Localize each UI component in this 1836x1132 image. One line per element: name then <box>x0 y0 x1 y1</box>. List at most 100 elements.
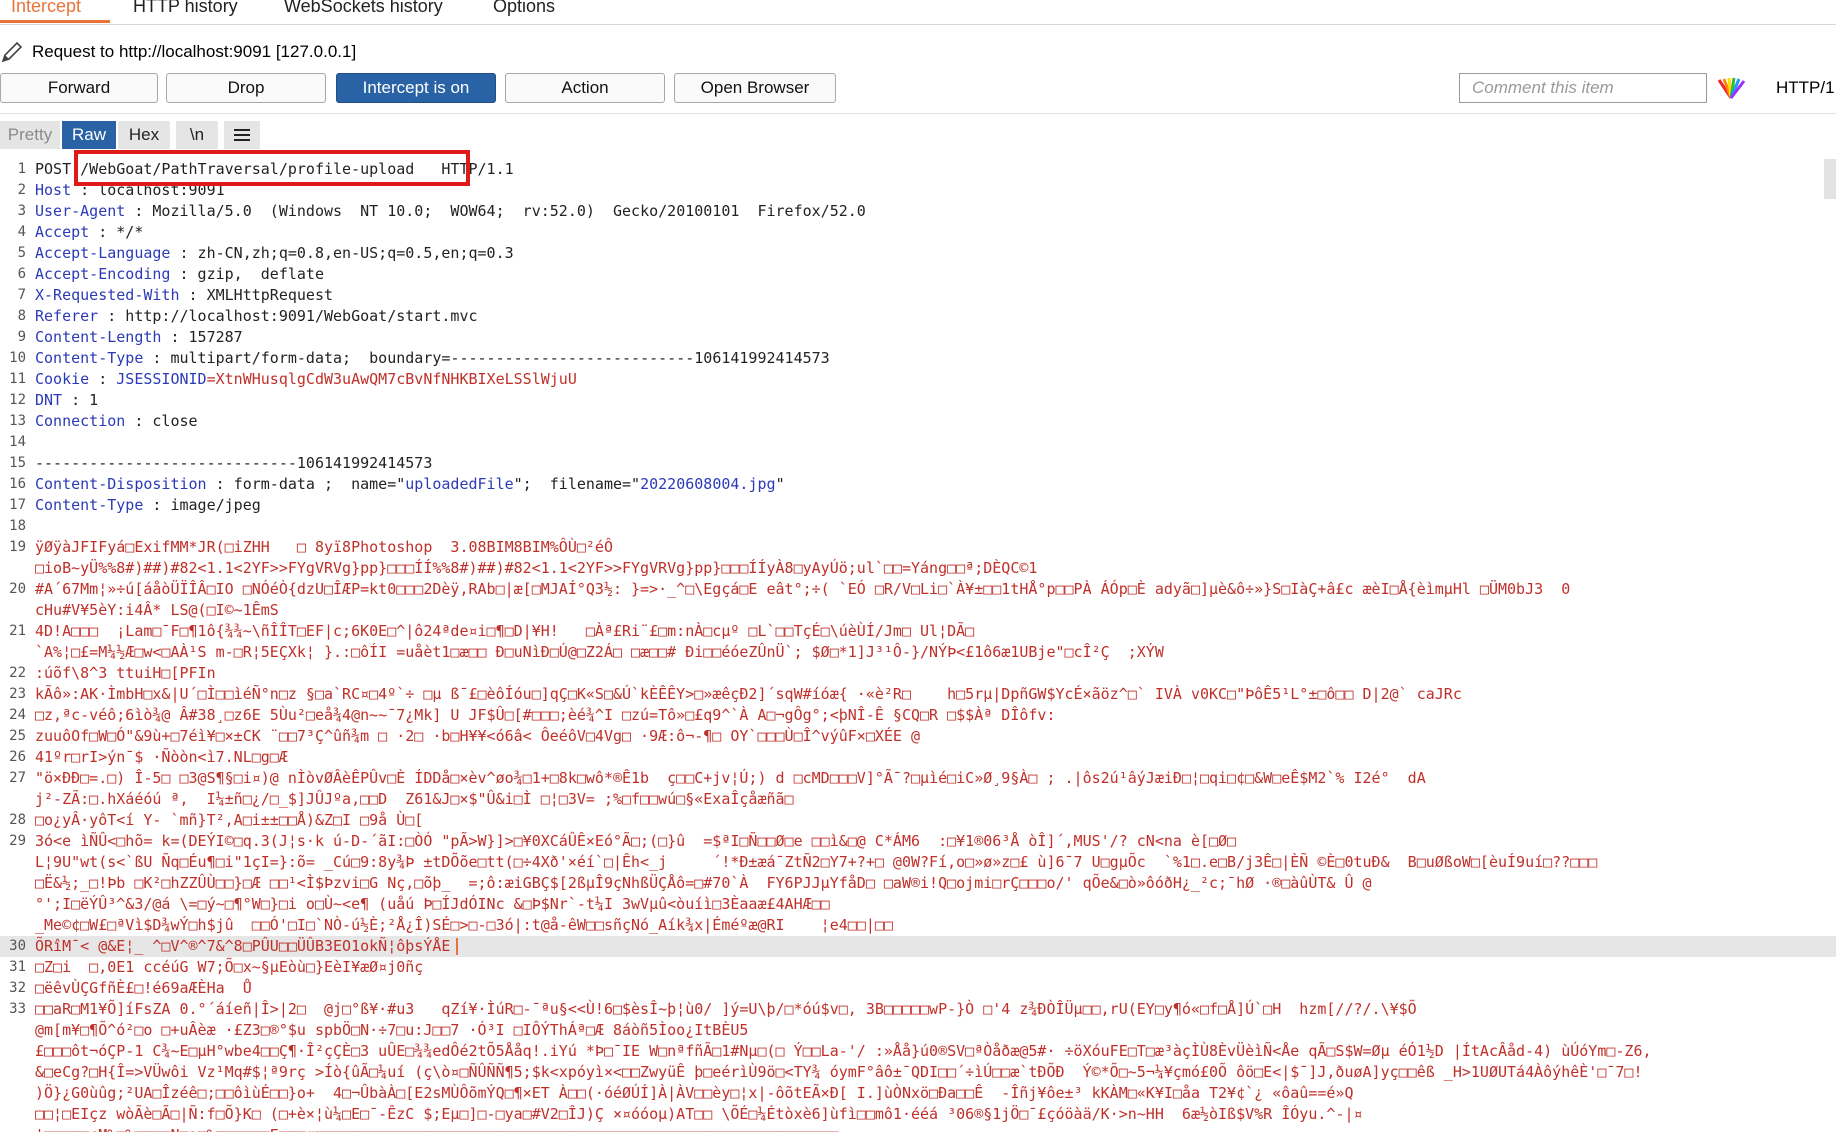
line-content: □o¿yÂ·yôT<í Y- `mñ}T²,A□i±±□□Å)&Z□I □9å … <box>35 810 423 831</box>
editor-scrollbar[interactable] <box>1824 159 1836 199</box>
editor-line[interactable]: 31 □Z□i □,0E1 ccéúG W7;Õ□x~§µEòù□}EèI¥æØ¤… <box>0 957 1836 978</box>
binary-data: □z,ªc-véô;6ìò¾@ Â#38¸□z6E 5Ùu²□eå¾4@n~~¯… <box>35 706 1056 724</box>
editor-line[interactable]: 23 kÃô»:AK·ÌmbH□x&|U´□Ì□□ìéÑ°n□z §□a`RC¤□… <box>0 684 1836 705</box>
editor-line[interactable]: 15 -----------------------------106141992… <box>0 453 1836 474</box>
pencil-icon[interactable] <box>0 40 24 64</box>
editor-line[interactable]: `A%¦□£=M¼½Æ□w<□AÀ¹S m-□R¦5EÇXk¦ }.:□ôÍI … <box>0 642 1836 663</box>
line-content: )Ö}¿G0ùûg;²UA□Îzéê□;□□ôìùÉ□□}o+ 4□¬ÛbàÀ□… <box>35 1083 1354 1104</box>
editor-line[interactable]: 5 Accept-Language : zh-CN,zh;q=0.8,en-US;… <box>0 243 1836 264</box>
binary-data: £□□□ôt¬óÇP-1 C¾~E□µH°wbe4□□Ç¶·Î²çÇÈ□3 uÛ… <box>35 1042 1652 1060</box>
editor-line[interactable]: '□□□□□cM%□%□□□□N□a□%□□□□□□E□□□q□□□□□□□□□… <box>0 1125 1836 1132</box>
line-number: 20 <box>9 581 26 597</box>
binary-data: j²-ZÃ:□.hXáéóú ª, I¼±ñ□¿/□_$]JÛJºa,□□D Z… <box>35 790 794 808</box>
editor-line[interactable]: 16 Content-Disposition : form-data ; name… <box>0 474 1836 495</box>
editor-line[interactable]: 6 Accept-Encoding : gzip, deflate <box>0 264 1836 285</box>
editor-line[interactable]: £□□□ôt¬óÇP-1 C¾~E□µH°wbe4□□Ç¶·Î²çÇÈ□3 uÛ… <box>0 1041 1836 1062</box>
header-name: Content-Disposition <box>35 475 207 493</box>
comment-input[interactable]: Comment this item <box>1459 73 1707 103</box>
text-segment: : 1 <box>62 391 99 409</box>
header-name: Connection <box>35 412 126 430</box>
editor-line[interactable]: 10 Content-Type : multipart/form-data; bo… <box>0 348 1836 369</box>
line-content: L¦9U"wt(s<`ßU Ñq□Éu¶□i"1çI=}:õ= _Cú□9:8y… <box>35 852 1597 873</box>
header-name: Accept <box>35 223 90 241</box>
editor-line[interactable]: @m[m¥□¶Õ^ó²□o □+uÂèæ ·£Z3□®°$u spbÖ□N·÷7… <box>0 1020 1836 1041</box>
open-browser-button[interactable]: Open Browser <box>674 73 836 103</box>
line-number: 15 <box>9 455 26 471</box>
line-number: 23 <box>9 686 26 702</box>
binary-data: □Z□i □,0E1 ccéúG W7;Õ□x~§µEòù□}EèI¥æØ¤j0… <box>35 958 424 976</box>
line-number: 21 <box>9 623 26 639</box>
editor-line[interactable]: 18 <box>0 516 1836 537</box>
binary-data: 4D!A□□□ ¡Lam□¯F□¶1ô{¾¾~\ñÎÎT□EF|c;6K0E□^… <box>35 622 975 640</box>
intercept-toggle-button[interactable]: Intercept is on <box>336 73 496 103</box>
line-content: kÃô»:AK·ÌmbH□x&|U´□Ì□□ìéÑ°n□z §□a`RC¤□4º… <box>35 684 1462 705</box>
text-segment: -----------------------------10614199241… <box>35 454 433 472</box>
binary-data: _Me©¢□W£□ªVì$D¾wÝ□h$jû □□Ó'□I□`NÒ-ú½È;²Å… <box>35 916 893 934</box>
editor-line[interactable]: 8 Referer : http://localhost:9091/WebGoat… <box>0 306 1836 327</box>
editor-line[interactable]: )Ö}¿G0ùûg;²UA□Îzéê□;□□ôìùÉ□□}o+ 4□¬ÛbàÀ□… <box>0 1083 1836 1104</box>
editor-line[interactable]: □Ë&½;_□!Þb □K²□hZZÛÙ□□}□Æ □□¹<Ì$Þzvi□G N… <box>0 873 1836 894</box>
editor-line[interactable]: °';I□ëÝÛ³^&3/@á \=□ý~□¶°W□}□i o□Ù~<e¶ (u… <box>0 894 1836 915</box>
editor-line[interactable]: 21 4D!A□□□ ¡Lam□¯F□¶1ô{¾¾~\ñÎÎT□EF|c;6K0E… <box>0 621 1836 642</box>
view-tab-hex[interactable]: Hex <box>118 121 170 149</box>
editor-line[interactable]: 33 □□aR□M1¥Õ]íFsZA 0.°´áíeñ|Î>|2□ @j□°ß¥·… <box>0 999 1836 1020</box>
highlight-color-icon[interactable] <box>1716 76 1746 100</box>
tab-intercept[interactable]: Intercept <box>11 0 81 17</box>
line-content: cHu#V¥5èY:i4Â* LS@(□I©~1ÊmS <box>35 600 279 621</box>
message-editor[interactable]: 1 POST /WebGoat/PathTraversal/profile-upl… <box>0 159 1836 1132</box>
view-tab-raw[interactable]: Raw <box>62 121 116 149</box>
binary-data: □□aR□M1¥Õ]íFsZA 0.°´áíeñ|Î>|2□ @j□°ß¥·#u… <box>35 1000 1417 1018</box>
editor-line[interactable]: 13 Connection : close <box>0 411 1836 432</box>
tab-options[interactable]: Options <box>493 0 555 17</box>
line-content: `A%¦□£=M¼½Æ□w<□AÀ¹S m-□R¦5EÇXk¦ }.:□ôÍI … <box>35 642 1164 663</box>
editor-line[interactable]: 7 X-Requested-With : XMLHttpRequest <box>0 285 1836 306</box>
editor-line[interactable]: 12 DNT : 1 <box>0 390 1836 411</box>
line-number: 24 <box>9 707 26 723</box>
editor-line[interactable]: 20 #A´67Mm¦»÷ú[áåòÜÏÎÂ□IO □NÓéÒ{dzU□ÎÆP=k… <box>0 579 1836 600</box>
editor-line[interactable]: j²-ZÃ:□.hXáéóú ª, I¼±ñ□¿/□_$]JÛJºa,□□D Z… <box>0 789 1836 810</box>
forward-button[interactable]: Forward <box>0 73 158 103</box>
editor-line[interactable]: 14 <box>0 432 1836 453</box>
line-number: 3 <box>17 203 26 219</box>
editor-line[interactable]: 30 ÕRîM¯< @&E¦_ ^□V^®^7&^8□PÛU□□ÜÛB3EO1ok… <box>0 936 1836 957</box>
header-name: Accept-Encoding <box>35 265 171 283</box>
editor-line[interactable]: 3 User-Agent : Mozilla/5.0 (Windows NT 10… <box>0 201 1836 222</box>
editor-line[interactable]: 28 □o¿yÂ·yôT<í Y- `mñ}T²,A□i±±□□Å)&Z□I □9… <box>0 810 1836 831</box>
editor-line[interactable]: cHu#V¥5èY:i4Â* LS@(□I©~1ÊmS <box>0 600 1836 621</box>
binary-data: □Ë&½;_□!Þb □K²□hZZÛÙ□□}□Æ □□¹<Ì$Þzvi□G N… <box>35 874 1372 892</box>
editor-line[interactable]: L¦9U"wt(s<`ßU Ñq□Éu¶□i"1çI=}:õ= _Cú□9:8y… <box>0 852 1836 873</box>
editor-line[interactable]: 11 Cookie : JSESSIONID=XtnWHusqlgCdW3uAwQ… <box>0 369 1836 390</box>
editor-line[interactable]: 32 □ëêvÙÇGfñÈ£□!é69aÆÈHa Ů <box>0 978 1836 999</box>
view-tab-newline[interactable]: \n <box>176 121 218 149</box>
line-number: 4 <box>17 224 26 240</box>
request-target-label: Request to http://localhost:9091 [127.0.… <box>32 42 357 61</box>
binary-data: °';I□ëÝÛ³^&3/@á \=□ý~□¶°W□}□i o□Ù~<e¶ (u… <box>35 895 830 913</box>
editor-line[interactable]: 19 ÿØÿàJFIFyá□ExifMM*JR(□iZHH □ 8yï8Photo… <box>0 537 1836 558</box>
tab-http-history[interactable]: HTTP history <box>133 0 238 17</box>
editor-line[interactable]: 26 41ºr□rI>ýn¯$ ·Ñòòn<ì7.NL□g□Æ <box>0 747 1836 768</box>
drop-button[interactable]: Drop <box>166 73 326 103</box>
editor-line[interactable]: 29 3ó<e ìÑÛ<□hõ= k=(DEÝI©□q.3(J¦s·k ú-D-´… <box>0 831 1836 852</box>
editor-line[interactable]: 17 Content-Type : image/jpeg <box>0 495 1836 516</box>
text-segment: : form-data ; name=" <box>206 475 406 493</box>
editor-line[interactable]: 24 □z,ªc-véô;6ìò¾@ Â#38¸□z6E 5Ùu²□eå¾4@n~… <box>0 705 1836 726</box>
hamburger-menu-icon[interactable] <box>224 121 260 149</box>
editor-line[interactable]: 27 "ö×ÐÐ□=.□) Î-5□ □3@S¶§□i¤)@ nÌòvØÂèÊPÛ… <box>0 768 1836 789</box>
editor-line[interactable]: 9 Content-Length : 157287 <box>0 327 1836 348</box>
header-name: Cookie <box>35 370 90 388</box>
editor-line[interactable]: □□¦□EIçz wòÃè□Ã□|Ñ:f□Õ}K□ (□+è×¦ù¼□E□¯-Ê… <box>0 1104 1836 1125</box>
line-content: zuuôOf□W□Ó"&9ù+□7éì¥□×±CK ¨□□7³Ç^ûñ¾m □ … <box>35 726 920 747</box>
editor-line[interactable]: _Me©¢□W£□ªVì$D¾wÝ□h$jû □□Ó'□I□`NÒ-ú½È;²Å… <box>0 915 1836 936</box>
editor-line[interactable]: 25 zuuôOf□W□Ó"&9ù+□7éì¥□×±CK ¨□□7³Ç^ûñ¾m … <box>0 726 1836 747</box>
editor-line[interactable]: &□eCg?□H{Î=>VÜwôi Vz¹Mq#$¦ª9rç >Íò{ûÃ□¼u… <box>0 1062 1836 1083</box>
action-button[interactable]: Action <box>505 73 665 103</box>
request-target: Request to http://localhost:9091 [127.0.… <box>0 40 356 64</box>
editor-line[interactable]: 22:úõf\8^3 ttuiH□[PFIn <box>0 663 1836 684</box>
editor-line[interactable]: □ioB~yÜ%%8#)##)#82<1.1<2YF>>FYgVRVg}pp}□… <box>0 558 1836 579</box>
view-tab-pretty[interactable]: Pretty <box>0 121 60 149</box>
editor-line[interactable]: 4 Accept : */* <box>0 222 1836 243</box>
line-content: Content-Length : 157287 <box>35 327 243 348</box>
line-number: 5 <box>17 245 26 261</box>
text-caret <box>456 938 459 955</box>
tab-websockets-history[interactable]: WebSockets history <box>284 0 443 17</box>
